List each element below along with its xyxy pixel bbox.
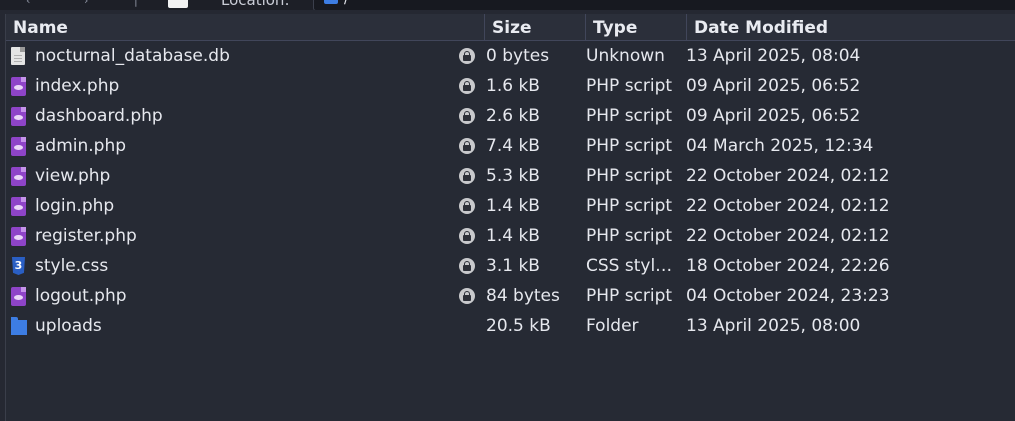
file-row[interactable]: 3 style.css 3.1 kB CSS styl… 18 October 2024…	[6, 251, 1015, 281]
file-type: PHP script	[586, 286, 673, 306]
css-file-icon: 3	[11, 257, 27, 276]
php-file-icon	[11, 197, 27, 216]
file-type: PHP script	[586, 136, 673, 156]
file-row[interactable]: index.php 1.6 kB PHP script 09 April 2025, …	[6, 71, 1015, 101]
lock-icon	[459, 78, 475, 94]
lock-icon	[459, 138, 475, 154]
php-file-icon	[11, 287, 27, 306]
file-type: Unknown	[586, 46, 665, 66]
file-size: 3.1 kB	[486, 256, 540, 276]
file-row[interactable]: login.php 1.4 kB PHP script 22 October 2024…	[6, 191, 1015, 221]
file-date-modified: 13 April 2025, 08:04	[686, 46, 861, 66]
file-date-modified: 09 April 2025, 06:52	[686, 76, 861, 96]
file-date-modified: 04 March 2025, 12:34	[686, 136, 874, 156]
lock-icon	[459, 288, 475, 304]
file-row[interactable]: admin.php 7.4 kB PHP script 04 March 2025, …	[6, 131, 1015, 161]
file-size: 84 bytes	[486, 286, 560, 306]
file-row[interactable]: logout.php 84 bytes PHP script 04 October 2…	[6, 281, 1015, 311]
file-type: PHP script	[586, 196, 673, 216]
folder-icon	[11, 317, 27, 336]
file-list: Name Size Type Date Modified nocturnal_d…	[5, 14, 1015, 421]
location-toggle-button[interactable]	[168, 0, 188, 8]
file-date-modified: 18 October 2024, 22:26	[686, 256, 890, 276]
file-type: Folder	[586, 316, 639, 336]
column-header-name[interactable]: Name	[6, 14, 485, 40]
generic-file-icon	[11, 47, 27, 66]
lock-icon	[459, 48, 475, 64]
file-type: PHP script	[586, 226, 673, 246]
file-type: PHP script	[586, 166, 673, 186]
column-header-size[interactable]: Size	[485, 14, 586, 40]
lock-icon	[459, 258, 475, 274]
lock-icon	[459, 228, 475, 244]
php-file-icon	[11, 77, 27, 96]
file-date-modified: 13 April 2025, 08:00	[686, 316, 861, 336]
php-file-icon	[11, 227, 27, 246]
file-size: 2.6 kB	[486, 106, 540, 126]
file-size: 1.4 kB	[486, 226, 540, 246]
lock-icon	[459, 198, 475, 214]
back-icon[interactable]: ‹	[26, 0, 44, 8]
toolbar: ‹ › | Location: /	[0, 0, 1015, 10]
file-size: 1.6 kB	[486, 76, 540, 96]
php-file-icon	[11, 107, 27, 126]
forward-icon[interactable]: ›	[84, 0, 102, 8]
file-size: 7.4 kB	[486, 136, 540, 156]
file-type: CSS styl…	[586, 256, 673, 276]
file-row[interactable]: register.php 1.4 kB PHP script 22 October 2…	[6, 221, 1015, 251]
file-row[interactable]: dashboard.php 2.6 kB PHP script 09 April 20…	[6, 101, 1015, 131]
up-icon[interactable]: |	[134, 0, 152, 8]
file-name: login.php	[35, 196, 115, 216]
folder-icon	[324, 0, 338, 4]
file-name: index.php	[35, 76, 120, 96]
file-date-modified: 22 October 2024, 02:12	[686, 166, 890, 186]
file-date-modified: 04 October 2024, 23:23	[686, 286, 890, 306]
column-header-date-modified[interactable]: Date Modified	[687, 14, 1015, 40]
location-label: Location:	[221, 0, 290, 9]
file-type: PHP script	[586, 106, 673, 126]
file-row[interactable]: view.php 5.3 kB PHP script 22 October 2024,…	[6, 161, 1015, 191]
column-header-type[interactable]: Type	[586, 14, 687, 40]
file-name: dashboard.php	[35, 106, 163, 126]
file-date-modified: 09 April 2025, 06:52	[686, 106, 861, 126]
file-name: logout.php	[35, 286, 127, 306]
file-size: 0 bytes	[486, 46, 550, 66]
file-type: PHP script	[586, 76, 673, 96]
lock-icon	[459, 168, 475, 184]
file-name: view.php	[35, 166, 111, 186]
file-name: admin.php	[35, 136, 127, 156]
file-name: register.php	[35, 226, 137, 246]
file-name: uploads	[35, 316, 102, 336]
file-name: style.css	[35, 256, 109, 276]
file-name: nocturnal_database.db	[35, 46, 230, 66]
file-row[interactable]: nocturnal_database.db 0 bytes Unknown 13 Ap…	[6, 41, 1015, 71]
file-date-modified: 22 October 2024, 02:12	[686, 196, 890, 216]
file-size: 5.3 kB	[486, 166, 540, 186]
php-file-icon	[11, 167, 27, 186]
file-date-modified: 22 October 2024, 02:12	[686, 226, 890, 246]
file-size: 20.5 kB	[486, 316, 551, 336]
column-header: Name Size Type Date Modified	[6, 14, 1015, 41]
location-input[interactable]: /	[313, 0, 1015, 10]
file-size: 1.4 kB	[486, 196, 540, 216]
file-row[interactable]: uploads 20.5 kB Folder 13 April 2025, 08:00	[6, 311, 1015, 341]
php-file-icon	[11, 137, 27, 156]
file-manager-window: ‹ › | Location: / Name Size Type Date Mo…	[0, 0, 1015, 421]
location-path: /	[344, 0, 349, 7]
lock-icon	[459, 108, 475, 124]
